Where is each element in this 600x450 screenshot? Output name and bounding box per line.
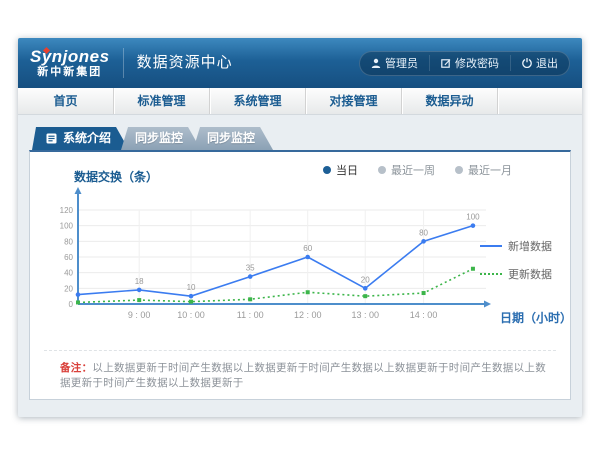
radio-dot-icon [323, 166, 331, 174]
svg-text:10 : 00: 10 : 00 [177, 310, 205, 320]
tab-system-intro[interactable]: 系统介绍 [32, 127, 129, 150]
power-icon [522, 58, 532, 68]
radio-dot-icon [378, 166, 386, 174]
footnote-prefix: 备注： [60, 362, 92, 374]
filter-last-month[interactable]: 最近一月 [455, 162, 512, 178]
chart-x-axis-title: 日期（小时） [500, 309, 570, 326]
tabs-bar: 系统介绍 同步监控 同步监控 [32, 127, 571, 150]
legend-item-update-data: 更新数据 [480, 266, 562, 282]
svg-text:80: 80 [419, 228, 428, 237]
change-password-button[interactable]: 修改密码 [429, 55, 510, 71]
svg-text:12 : 00: 12 : 00 [294, 310, 322, 320]
svg-text:14 : 00: 14 : 00 [410, 310, 438, 320]
time-range-filters: 当日 最近一周 最近一月 [323, 162, 512, 178]
svg-text:60: 60 [64, 253, 73, 262]
filter-label: 最近一月 [468, 162, 512, 178]
filter-label: 最近一周 [391, 162, 435, 178]
solid-line-swatch [480, 245, 502, 247]
nav-item-standard-mgmt[interactable]: 标准管理 [114, 88, 210, 114]
chart-y-axis-title: 数据交换（条） [74, 168, 158, 185]
app-header: Synjones 新中新集团 数据资源中心 管理员 修改密码 退出 [18, 38, 582, 88]
svg-text:13 : 00: 13 : 00 [351, 310, 379, 320]
footnote: 备注：以上数据更新于时间产生数据以上数据更新于时间产生数据以上数据更新于时间产生… [60, 360, 554, 390]
chart-panel: 当日 最近一周 最近一月 数据交换（条） 0 20 40 60 80 100 120 9 : … [29, 150, 571, 400]
svg-text:100: 100 [466, 213, 480, 222]
user-icon [371, 58, 381, 68]
change-password-label: 修改密码 [455, 55, 499, 71]
filter-last-week[interactable]: 最近一周 [378, 162, 435, 178]
document-icon [46, 133, 57, 144]
svg-text:80: 80 [64, 237, 73, 246]
tab-label: 同步监控 [135, 131, 183, 145]
legend-label: 新增数据 [508, 238, 552, 254]
nav-item-data-change[interactable]: 数据异动 [402, 88, 498, 114]
nav-item-system-mgmt[interactable]: 系统管理 [210, 88, 306, 114]
nav-item-interface-mgmt[interactable]: 对接管理 [306, 88, 402, 114]
svg-text:0: 0 [69, 300, 74, 309]
line-chart: 0 20 40 60 80 100 120 9 : 00 10 : 00 11 : 00 12 : … [42, 184, 497, 336]
filter-label: 当日 [336, 162, 358, 178]
dotted-line-swatch [480, 273, 502, 275]
note-divider [44, 350, 556, 351]
svg-text:20: 20 [361, 275, 370, 284]
svg-text:18: 18 [135, 277, 144, 286]
chart-legend: 新增数据 更新数据 [480, 238, 562, 294]
tab-label: 同步监控 [207, 131, 255, 145]
user-toolbar: 管理员 修改密码 退出 [359, 51, 570, 76]
svg-text:11 : 00: 11 : 00 [237, 310, 264, 320]
svg-text:40: 40 [64, 269, 73, 278]
legend-label: 更新数据 [508, 266, 552, 282]
svg-text:60: 60 [303, 244, 312, 253]
nav-item-home[interactable]: 首页 [18, 88, 114, 114]
svg-text:100: 100 [60, 222, 74, 231]
tab-sync-monitor-2[interactable]: 同步监控 [193, 127, 273, 150]
svg-text:35: 35 [246, 264, 255, 273]
company-logo: Synjones 新中新集团 [30, 48, 110, 79]
logo-subtext: 新中新集团 [30, 66, 110, 78]
app-window: Synjones 新中新集团 数据资源中心 管理员 修改密码 退出 [18, 38, 582, 417]
page-title: 数据资源中心 [123, 48, 233, 78]
tab-label: 系统介绍 [63, 127, 111, 150]
svg-text:10: 10 [187, 283, 196, 292]
radio-dot-icon [455, 166, 463, 174]
tab-sync-monitor-1[interactable]: 同步监控 [121, 127, 201, 150]
filter-today[interactable]: 当日 [323, 162, 358, 178]
user-name-label: 管理员 [385, 55, 418, 71]
logout-label: 退出 [536, 55, 558, 71]
svg-text:20: 20 [64, 284, 73, 293]
content-area: 系统介绍 同步监控 同步监控 当日 最近一周 [18, 115, 582, 400]
main-nav: 首页 标准管理 系统管理 对接管理 数据异动 [18, 88, 582, 115]
svg-text:120: 120 [60, 206, 74, 215]
svg-text:9 : 00: 9 : 00 [128, 310, 151, 320]
edit-icon [441, 58, 451, 68]
footnote-text: 以上数据更新于时间产生数据以上数据更新于时间产生数据以上数据更新于时间产生数据以… [60, 362, 546, 389]
legend-item-new-data: 新增数据 [480, 238, 562, 254]
user-name-button[interactable]: 管理员 [360, 55, 429, 71]
logout-button[interactable]: 退出 [510, 55, 569, 71]
